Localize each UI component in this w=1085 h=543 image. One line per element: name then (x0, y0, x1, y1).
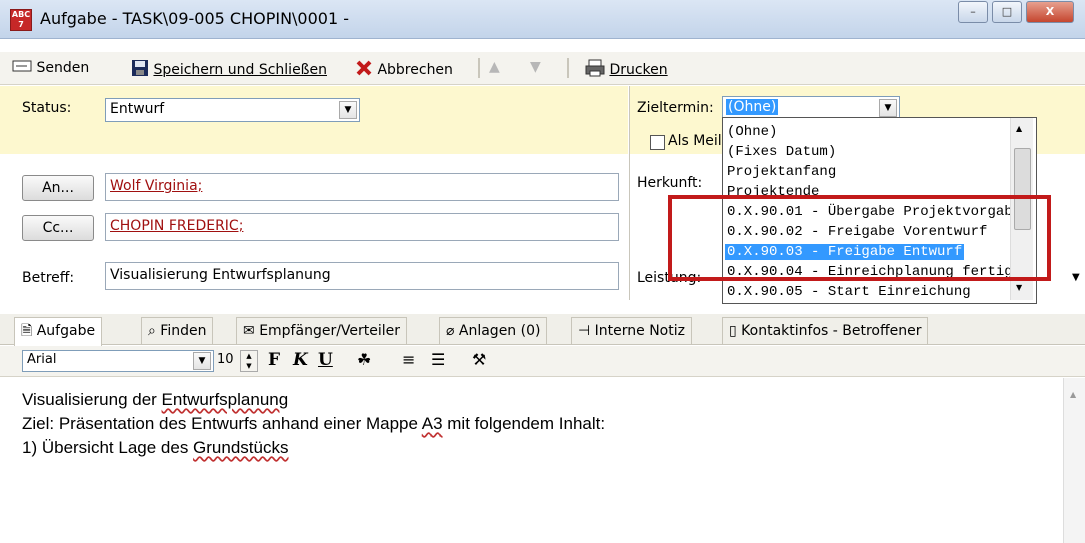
document-icon: 🗎 (21, 323, 33, 339)
font-select[interactable]: Arial ▼ (22, 350, 214, 372)
scroll-down-icon[interactable]: ▼ (1016, 283, 1022, 292)
tab-finden[interactable]: ⌕ Finden (141, 317, 214, 344)
dropdown-option[interactable]: Projektanfang (727, 164, 836, 180)
color-icon[interactable]: ☘ (357, 350, 371, 369)
minimize-button[interactable]: – (958, 1, 988, 23)
dropdown-option[interactable]: 0.X.90.05 - Start Einreichung (727, 284, 971, 300)
betreff-label: Betreff: (22, 270, 75, 286)
tab-interne-notiz[interactable]: ⊣ Interne Notiz (571, 317, 692, 344)
tab-kontaktinfos[interactable]: ▯ Kontaktinfos - Betroffener (722, 317, 929, 344)
toolbar: Senden Speichern und Schließen Abbrechen… (0, 52, 1085, 85)
floppy-icon (131, 59, 149, 81)
send-icon (12, 59, 32, 77)
align-icon[interactable]: ≡ (402, 350, 415, 369)
scroll-up-icon[interactable]: ▲ (1016, 124, 1022, 133)
format-toolbar: Arial ▼ 10 ▲ ▼ F K U ☘ ≡ ☰ ⚒ (0, 346, 1085, 377)
cc-recipient[interactable]: CHOPIN FREDERIC; (110, 218, 243, 234)
toolbar-separator (478, 58, 480, 78)
als-meil-checkbox[interactable] (650, 135, 665, 150)
search-icon: ⌕ (148, 323, 156, 339)
cancel-button[interactable]: Abbrechen (355, 59, 453, 81)
red-x-icon (355, 59, 373, 81)
highlight-box (668, 195, 1051, 281)
paperclip-icon: ⌀ (446, 323, 455, 339)
leistung-chevron-icon[interactable]: ▼ (1072, 272, 1080, 283)
cancel-label: Abbrechen (377, 62, 453, 78)
editor-scrollbar[interactable]: ▲ (1063, 378, 1085, 543)
tab-bar: 🗎 Aufgabe ⌕ Finden ✉ Empfänger/Verteiler… (0, 314, 1085, 346)
betreff-value: Visualisierung Entwurfsplanung (110, 267, 331, 283)
page-icon: ▯ (729, 323, 737, 339)
pin-icon: ⊣ (578, 323, 591, 339)
status-value: Entwurf (110, 101, 165, 117)
printer-icon (585, 59, 605, 81)
chevron-down-icon[interactable]: ▼ (879, 99, 897, 117)
window-title: Aufgabe - TASK\09-005 CHOPIN\0001 - (40, 9, 349, 28)
print-label: Drucken (609, 62, 668, 78)
title-bar: ABC 7 Aufgabe - TASK\09-005 CHOPIN\0001 … (0, 0, 1085, 39)
herkunft-label: Herkunft: (637, 175, 703, 191)
tab-anlagen[interactable]: ⌀ Anlagen (0) (439, 317, 548, 344)
save-close-label: Speichern und Schließen (153, 62, 327, 78)
tab-aufgabe[interactable]: 🗎 Aufgabe (14, 317, 103, 346)
cc-field[interactable]: CHOPIN FREDERIC; (105, 213, 619, 241)
scroll-up-icon[interactable]: ▲ (1070, 390, 1076, 399)
an-recipient[interactable]: Wolf Virginia; (110, 178, 202, 194)
save-close-button[interactable]: Speichern und Schließen (131, 59, 327, 81)
down-arrow-icon[interactable]: ▼ (530, 59, 541, 75)
close-button[interactable]: X (1026, 1, 1074, 23)
toolbar-separator (567, 58, 569, 78)
font-value: Arial (27, 352, 57, 367)
recipients-icon: ✉ (243, 323, 255, 339)
status-label: Status: (22, 100, 72, 116)
chevron-down-icon[interactable]: ▼ (339, 101, 357, 119)
betreff-input[interactable]: Visualisierung Entwurfsplanung (105, 262, 619, 290)
font-size-value[interactable]: 10 (217, 352, 234, 367)
message-body[interactable]: Visualisierung der Entwurfsplanung Ziel:… (0, 378, 1085, 543)
size-stepper-icon[interactable]: ▲ ▼ (240, 350, 258, 372)
maximize-button[interactable]: □ (992, 1, 1022, 23)
cc-button[interactable]: Cc... (22, 215, 94, 241)
bold-button[interactable]: F (268, 350, 280, 370)
als-meil-label: Als Meil (668, 133, 722, 149)
underline-button[interactable]: U (318, 350, 333, 370)
zieltermin-label: Zieltermin: (637, 100, 714, 116)
send-label: Senden (36, 60, 90, 76)
an-field[interactable]: Wolf Virginia; (105, 173, 619, 201)
dropdown-option[interactable]: (Ohne) (727, 124, 777, 140)
list-icon[interactable]: ☰ (431, 350, 445, 369)
form-divider (629, 86, 630, 300)
up-arrow-icon[interactable]: ▲ (489, 59, 500, 75)
print-button[interactable]: Drucken (585, 59, 668, 81)
body-line-2: Ziel: Präsentation des Entwurfs anhand e… (22, 414, 606, 433)
an-button[interactable]: An... (22, 175, 94, 201)
body-line-1: Visualisierung der Entwurfsplanung (22, 390, 289, 409)
tools-icon[interactable]: ⚒ (472, 350, 486, 369)
status-select[interactable]: Entwurf ▼ (105, 98, 360, 122)
tab-empfaenger[interactable]: ✉ Empfänger/Verteiler (236, 317, 408, 344)
italic-button[interactable]: K (293, 350, 308, 370)
chevron-down-icon[interactable]: ▼ (193, 352, 211, 370)
app-icon: ABC 7 (10, 9, 32, 31)
dropdown-option[interactable]: (Fixes Datum) (727, 144, 836, 160)
send-button[interactable]: Senden (12, 59, 89, 77)
body-line-3: 1) Übersicht Lage des Grundstücks (22, 438, 289, 457)
zieltermin-value: (Ohne) (726, 99, 779, 115)
